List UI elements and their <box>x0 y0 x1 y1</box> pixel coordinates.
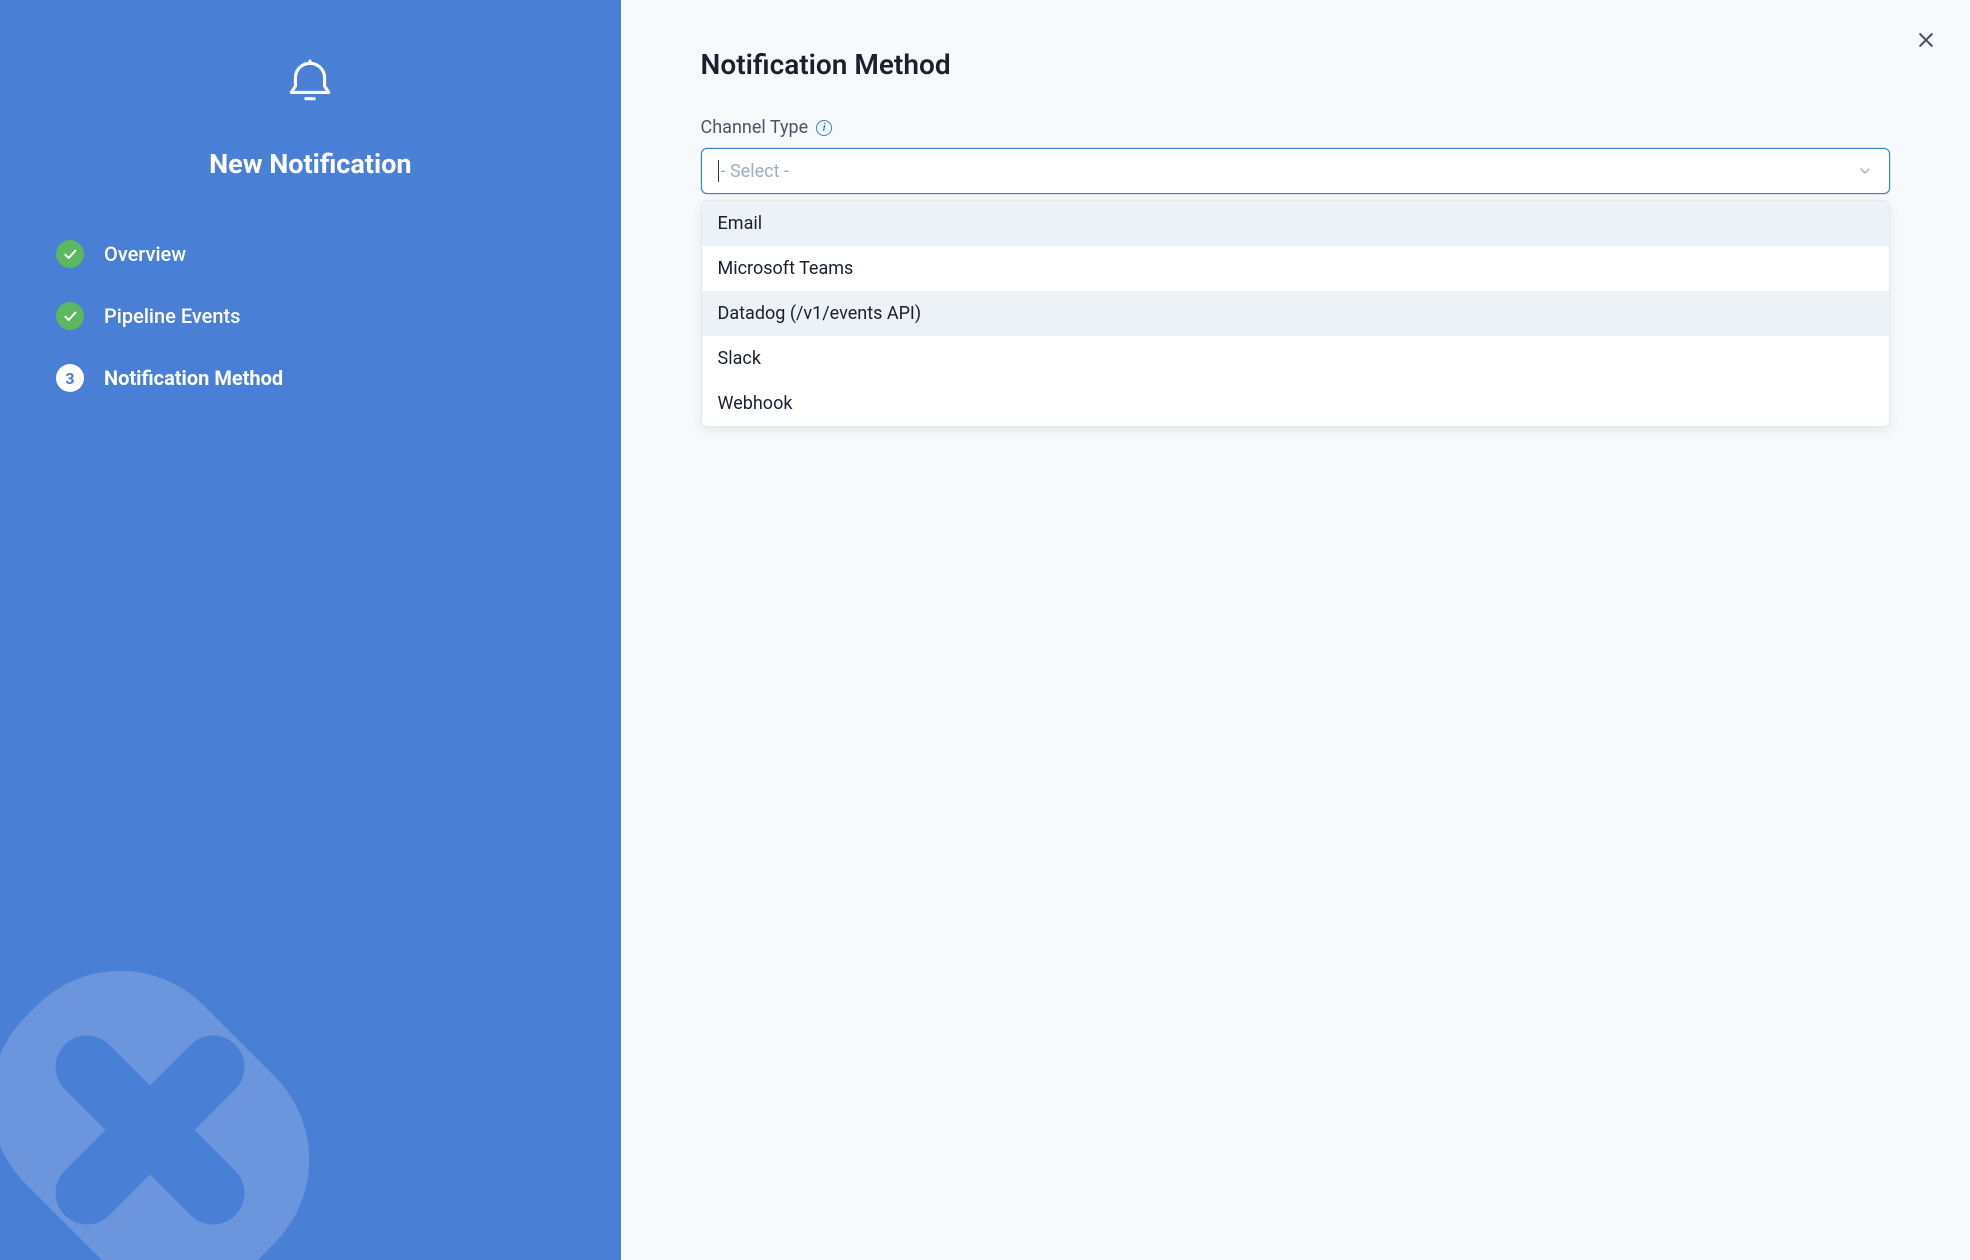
step-overview[interactable]: Overview <box>56 240 565 268</box>
decorative-logo-bg <box>0 920 360 1260</box>
step-notification-method[interactable]: 3 Notification Method <box>56 364 565 392</box>
app-root: New Notification Overview Pipeline Event… <box>0 0 1970 1260</box>
select-option[interactable]: Webhook <box>702 381 1889 426</box>
sidebar-title: New Notification <box>209 148 411 180</box>
select-option[interactable]: Datadog (/v1/events API) <box>702 291 1889 336</box>
text-cursor <box>718 160 719 182</box>
wizard-steps: Overview Pipeline Events 3 Notification … <box>0 240 621 392</box>
field-label: Channel Type <box>701 117 809 138</box>
wizard-sidebar: New Notification Overview Pipeline Event… <box>0 0 621 1260</box>
select-option[interactable]: Email <box>702 201 1889 246</box>
step-label: Pipeline Events <box>104 304 240 328</box>
info-icon[interactable]: i <box>816 120 832 136</box>
check-icon <box>56 302 84 330</box>
step-label: Overview <box>104 242 186 266</box>
select-dropdown: EmailMicrosoft TeamsDatadog (/v1/events … <box>701 200 1890 427</box>
page-title: Notification Method <box>701 48 1890 81</box>
select-option[interactable]: Slack <box>702 336 1889 381</box>
select-control[interactable]: - Select - <box>701 148 1890 194</box>
step-pipeline-events[interactable]: Pipeline Events <box>56 302 565 330</box>
select-option[interactable]: Microsoft Teams <box>702 246 1889 291</box>
check-icon <box>56 240 84 268</box>
select-placeholder: - Select - <box>721 161 1857 182</box>
channel-type-field: Channel Type i - Select - EmailMicrosoft… <box>701 117 1890 427</box>
step-label: Notification Method <box>104 366 283 390</box>
step-number-badge: 3 <box>56 364 84 392</box>
main-panel: Notification Method Channel Type i - Sel… <box>621 0 1970 1260</box>
close-icon <box>1916 30 1936 50</box>
channel-type-select: - Select - EmailMicrosoft TeamsDatadog (… <box>701 148 1890 427</box>
chevron-down-icon <box>1857 163 1873 179</box>
bell-icon <box>284 56 336 108</box>
field-label-row: Channel Type i <box>701 117 1890 138</box>
close-button[interactable] <box>1910 24 1942 56</box>
